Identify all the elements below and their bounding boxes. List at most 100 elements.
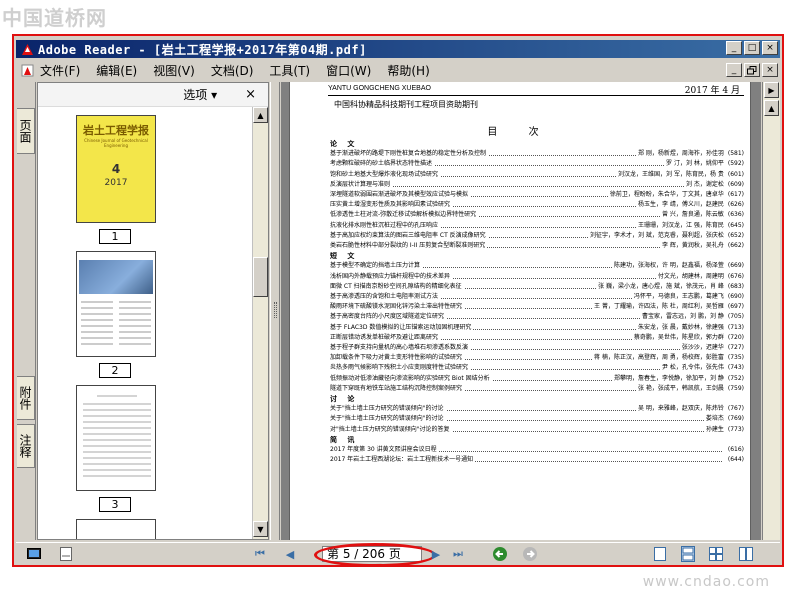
doc-scroll-right-icon[interactable]: ▶ bbox=[764, 82, 779, 98]
single-page-icon[interactable] bbox=[652, 546, 668, 562]
toc-entry[interactable]: 基于高密度台阵的小尺度区域隧道定位研究 曹宝家，雷志远，刘 鹏，刘 静 (705) bbox=[330, 312, 744, 323]
menu-bar: 文件(F) 编辑(E) 视图(V) 文档(D) 工具(T) 窗口(W) 帮助(H… bbox=[16, 60, 780, 80]
previous-page-button[interactable]: ◀ bbox=[282, 546, 298, 562]
menu-edit[interactable]: 编辑(E) bbox=[96, 62, 137, 79]
document-page: YANTU GONGCHENG XUEBAO 2017 年 4 月 中国科协精品… bbox=[289, 82, 751, 540]
toc-entry-authors: 张 巍，梁小龙，唐心煜，施 斌，徐茂元，肖 峰 bbox=[598, 282, 724, 290]
toc-entry-page: (645) bbox=[727, 221, 744, 229]
toc-entry-page: (690) bbox=[727, 293, 744, 300]
toc-entry[interactable]: 低频振动对低渗油藏径向渗流影响的实验研究 Biot 固结分析 郑攀明，詹春生，李悦… bbox=[330, 373, 744, 384]
header-rule bbox=[328, 95, 744, 96]
toc-entry[interactable]: 考虑颗粒破碎的砂土临界状态特性描述 罗 汀，刘 林，姚仰平 (592) bbox=[330, 159, 744, 170]
tab-attachments[interactable]: 附件 bbox=[17, 376, 35, 420]
screen-icon[interactable] bbox=[26, 546, 42, 562]
splitter-grip[interactable] bbox=[274, 302, 277, 318]
menu-view[interactable]: 视图(V) bbox=[153, 62, 195, 79]
panel-splitter[interactable] bbox=[270, 82, 280, 540]
close-button[interactable]: × bbox=[762, 41, 778, 55]
minimize-button[interactable]: _ bbox=[726, 41, 742, 55]
doc-restore-button[interactable] bbox=[744, 63, 760, 77]
facing-pages-icon[interactable] bbox=[708, 546, 724, 562]
continuous-facing-icon[interactable] bbox=[738, 546, 754, 562]
next-page-button[interactable]: ▶ bbox=[428, 546, 444, 562]
toc-entry[interactable]: 炎热多雨气候影响下残积土小应变刚度特性试验研究 尹 松，孔令伟，张先伟 (743) bbox=[330, 363, 744, 374]
toc-entry-title: 基于渐进破坏的路堤下刚性桩复合地基的稳定性分析及控制 bbox=[330, 149, 489, 160]
toc-entry-authors-page: 陈建功，张海权，许 明，赵鑫福，杨泽萱 (669) bbox=[611, 261, 744, 272]
tab-comments[interactable]: 注释 bbox=[17, 424, 35, 468]
scroll-thumb[interactable] bbox=[253, 257, 268, 297]
toc-entry[interactable]: 隧道下穿既有地铁车站施工结构沉降控制案例研究 张 艳，张成平，韩凯航，王剑晨 (75… bbox=[330, 383, 744, 394]
menu-window[interactable]: 窗口(W) bbox=[326, 62, 371, 79]
thumbnail-scrollbar[interactable]: ▲ ▼ bbox=[252, 107, 268, 539]
panel-close-icon[interactable]: × bbox=[245, 87, 256, 102]
title-bar[interactable]: Adobe Reader - [岩土工程学报+2017年第04期.pdf] _ … bbox=[16, 40, 780, 58]
toc-entry[interactable]: 对"挡土墙土压力研究的错误倾向"讨论的答复 孙建生 (773) bbox=[330, 424, 744, 435]
toc-leader-dots bbox=[330, 185, 744, 187]
toc-entry[interactable]: 压实黄土增湿变形性质及其影响因素试验研究 杨玉生，李 靖，傅义川，赵建民 (626) bbox=[330, 200, 744, 211]
toc-entry[interactable]: 酸雨环境下硫酸镁水泥固化锌污染土滞出特性研究 王 菁，丁耀瑜，许四法，陈 杜，周红… bbox=[330, 302, 744, 313]
first-page-button[interactable]: ⏮ bbox=[252, 546, 268, 562]
screenshot-page: 中国道桥网 Adobe Reader - [岩土工程学报+2017年第04期.p… bbox=[0, 0, 800, 600]
toc-entry[interactable]: 饱和砂土地基大型爆炸液化现场试验研究 刘汉龙，王维国，刘 军，陈育民，杨 贵 (60… bbox=[330, 169, 744, 180]
toc-entry[interactable]: 基于渐进破坏的路堤下刚性桩复合地基的稳定性分析及控制 郑 刚，杨新煜，周海祚，孙佳… bbox=[330, 149, 744, 160]
toc-entry[interactable]: 基于程子群支持向量机的高心墙堆石坝渗透系数反演 张沙沙，迟建华 (727) bbox=[330, 343, 744, 353]
toc-entry[interactable]: 关于"挡土墙土压力研究的错误倾向"的讨论 吴 明，来雅峰，赵双庆，陈炜铃 (767) bbox=[330, 404, 744, 415]
document-icon[interactable] bbox=[20, 63, 34, 77]
toc-entry-authors-page: 曾 兴，詹良通，陈云敏 (636) bbox=[659, 210, 744, 221]
toc-entry[interactable]: 抗液化排水刚性桩沉桩过程中的孔压响应 王珊珊，刘汉龙，江 强，陈育民 (645) bbox=[330, 220, 744, 231]
doc-scroll-up-icon[interactable]: ▲ bbox=[764, 100, 779, 116]
maximize-button[interactable]: □ bbox=[744, 41, 760, 55]
menu-document[interactable]: 文档(D) bbox=[211, 62, 254, 79]
doc-close-button[interactable]: × bbox=[762, 63, 778, 77]
tab-pages[interactable]: 页面 bbox=[17, 108, 35, 154]
page-layout-icon[interactable] bbox=[58, 546, 74, 562]
go-forward-icon[interactable] bbox=[522, 546, 538, 562]
toc-entry-title: 加卸载条件下吸力对黄土变形特性影响的试验研究 bbox=[330, 353, 465, 364]
toc-entry[interactable]: 基于高渗透压的含饱和土电阻率测试方法 冯怀平，马德良，王志鹏，葛建飞 (690) bbox=[330, 292, 744, 302]
toc-entry[interactable]: 浅析国内外静载预应力锚杆规程中的技术差异 付文光，胡建林，周建明 (676) bbox=[330, 271, 744, 282]
toc-entry[interactable]: 反演层状计算理与准则 刘 杰，谢定松 (609) bbox=[330, 179, 744, 190]
toc-entry-authors-page: 蔡奇鹏，吴世伟，陈星欣，郭力群 (720) bbox=[631, 332, 744, 343]
toc-entry-page: (743) bbox=[727, 364, 744, 372]
toc-entry-title: 关于"挡土墙土压力研究的错误倾向"的讨论 bbox=[330, 414, 446, 425]
toc-entry-authors: 张 艳，张成平，韩凯航，王剑晨 bbox=[637, 384, 724, 392]
menu-file[interactable]: 文件(F) bbox=[40, 62, 80, 79]
toc-entry[interactable]: 关于"挡土墙土压力研究的错误倾向"的讨论 娄培杰 (769) bbox=[330, 414, 744, 425]
toc-entry[interactable]: 基于模型不确定的挡墙土压力计算 陈建功，张海权，许 明，赵鑫福，杨泽萱 (669) bbox=[330, 261, 744, 272]
toc-entry-title: 深埋隧道软弱围岩渐进破坏及其模型效应试验与模拟 bbox=[330, 190, 471, 200]
page-thumbnail-3[interactable] bbox=[76, 385, 156, 491]
toc-section-heading: 简 讯 bbox=[330, 435, 359, 444]
cover-title: 岩土工程学报 bbox=[83, 124, 149, 137]
go-back-icon[interactable] bbox=[492, 546, 508, 562]
toc-entry[interactable]: 面微 CT 扫描南京粉砂空间孔隙结构的精细化表征 张 巍，梁小龙，唐心煜，施 斌，… bbox=[330, 281, 744, 292]
page-thumbnail-4[interactable] bbox=[76, 519, 156, 539]
toc-entry-authors-page: 徐前卫，程盼盼，朱合华，丁文其，唐卓华 (617) bbox=[607, 190, 744, 200]
toc-entry-authors-page: 朱安龙，张 晨，戴妙林，徐建强 (713) bbox=[635, 322, 744, 333]
menu-tools[interactable]: 工具(T) bbox=[269, 62, 310, 79]
continuous-page-icon[interactable] bbox=[680, 546, 696, 562]
toc-entry-authors-page: 曹宝家，雷志远，刘 鹏，刘 静 (705) bbox=[640, 312, 744, 323]
scroll-up-icon[interactable]: ▲ bbox=[253, 107, 268, 123]
toc-entry[interactable]: 2017 年度第 30 讲黄文熙讲座会议日程 (616) bbox=[330, 445, 744, 455]
options-menu[interactable]: 选项 ▾ bbox=[183, 86, 217, 103]
toc-entry[interactable]: 基于 FLAC3D 数值模拟的让压锚索运动加固机理研究 朱安龙，张 晨，戴妙林，徐… bbox=[330, 322, 744, 333]
toc-entry[interactable]: 基于高加应权约束算法的图岩三维电阻率 CT 反演成像研究 刘征宇，李术才，刘 斌，… bbox=[330, 230, 744, 241]
last-page-button[interactable]: ⏭ bbox=[450, 546, 466, 562]
toc-entry[interactable]: 类岩石脆性材料中部分裂纹的 I-II 压剪复合型断裂准则研究 李 辉，黄润秋，吴礼… bbox=[330, 241, 744, 251]
toc-entry[interactable]: 加卸载条件下吸力对黄土变形特性影响的试验研究 蒋 楠，陈正汉，高登辉，周 勇，杨校… bbox=[330, 353, 744, 364]
doc-minimize-button[interactable]: _ bbox=[726, 63, 742, 77]
scroll-down-icon[interactable]: ▼ bbox=[253, 521, 268, 537]
toc-entry[interactable]: 深埋隧道软弱围岩渐进破坏及其模型效应试验与模拟 徐前卫，程盼盼，朱合华，丁文其，唐… bbox=[330, 190, 744, 200]
toc-entry[interactable]: 正断层错动诱发单桩破坏及避让距离研究 蔡奇鹏，吴世伟，陈星欣，郭力群 (720) bbox=[330, 332, 744, 343]
toc-entry-authors: 孙建生 bbox=[705, 425, 724, 433]
toc-entry[interactable]: 低渗透性土柱对流-弥散迁移试验解析模拟边界特性研究 曾 兴，詹良通，陈云敏 (636… bbox=[330, 210, 744, 221]
page-thumbnail-2[interactable] bbox=[76, 251, 156, 357]
toc-entry-title: 基于高渗透压的含饱和土电阻率测试方法 bbox=[330, 292, 441, 302]
document-view[interactable]: YANTU GONGCHENG XUEBAO 2017 年 4 月 中国科协精品… bbox=[281, 82, 761, 540]
menu-help[interactable]: 帮助(H) bbox=[387, 62, 429, 79]
page-thumbnail-1[interactable]: 岩土工程学报 Chinese Journal of Geotechnical E… bbox=[76, 115, 156, 223]
document-scrollbar[interactable]: ▶ ▲ bbox=[762, 82, 780, 540]
toc-entry[interactable]: 2017 年岩土工程西湖论坛：岩土工程新技术一号通知 (644) bbox=[330, 455, 744, 466]
toc-entry-title: 类岩石脆性材料中部分裂纹的 I-II 压剪复合型断裂准则研究 bbox=[330, 241, 488, 251]
toc-entry-authors-page: 李 辉，黄润秋，吴礼舟 (662) bbox=[659, 241, 744, 251]
